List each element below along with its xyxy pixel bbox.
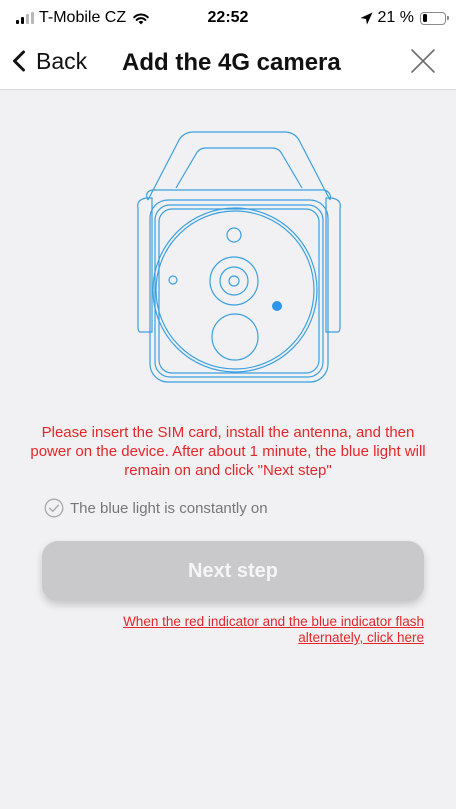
close-icon[interactable] [410, 48, 436, 74]
back-label: Back [36, 47, 88, 74]
main-lens [209, 256, 259, 306]
flash-alternately-link[interactable]: When the red indicator and the blue indi… [84, 614, 424, 646]
blue-light-checkbox[interactable]: The blue light is constantly on [44, 498, 268, 518]
camera-face-ring [152, 207, 318, 373]
top-sensor [226, 227, 242, 243]
instruction-text: Please insert the SIM card, install the … [30, 424, 426, 479]
checkbox-label: The blue light is constantly on [70, 499, 268, 517]
page-title: Add the 4G camera [122, 49, 341, 76]
check-circle-icon [44, 498, 64, 518]
camera-illustration [137, 131, 341, 383]
blue-indicator-light [272, 301, 282, 311]
back-button[interactable]: Back [12, 44, 87, 78]
location-arrow-icon [360, 12, 373, 24]
next-step-label: Next step [187, 559, 279, 582]
nav-bar: Back Add the 4G camera [0, 34, 456, 90]
left-sensor [168, 275, 178, 285]
screen: T-Mobile CZ 22:52 21 % Back Add the 4G c… [0, 0, 456, 809]
camera-hood-inner [175, 147, 303, 189]
battery-icon [420, 11, 449, 25]
back-chevron-icon [13, 50, 25, 72]
status-bar: T-Mobile CZ 22:52 21 % [0, 0, 456, 34]
status-right: 21 % [360, 9, 449, 27]
battery-level [422, 14, 427, 22]
camera-body [149, 199, 329, 383]
battery-percent: 21 % [377, 9, 414, 26]
next-step-button[interactable]: Next step [42, 541, 424, 601]
bottom-sensor [211, 313, 259, 361]
